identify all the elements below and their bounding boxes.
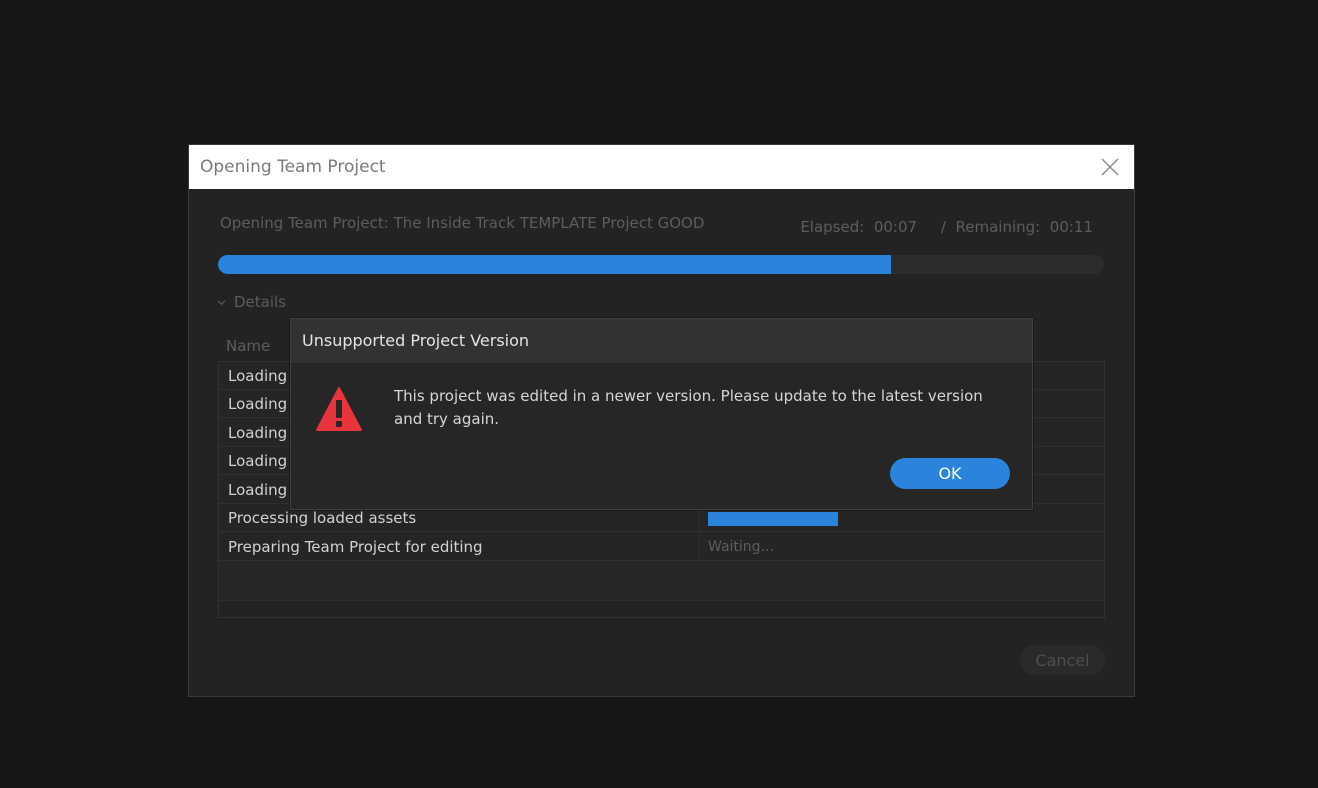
row-name: Loading xyxy=(228,395,288,413)
table-empty-area xyxy=(219,600,1104,617)
row-name: Processing loaded assets xyxy=(228,509,417,527)
ok-button[interactable]: OK xyxy=(890,458,1010,489)
warning-icon xyxy=(316,387,362,431)
row-name: Loading xyxy=(228,424,288,442)
remaining-time: Remaining: 00:11 xyxy=(955,218,1093,236)
close-icon[interactable] xyxy=(1100,157,1120,177)
row-progress-bar xyxy=(708,512,838,526)
row-name: Loading xyxy=(228,452,288,470)
column-header-name: Name xyxy=(226,337,271,355)
overall-progress-fill xyxy=(218,255,892,274)
table-row: Preparing Team Project for editing Waiti… xyxy=(219,533,1104,561)
details-label: Details xyxy=(234,293,287,311)
dialog-header: Unsupported Project Version xyxy=(291,319,1032,363)
row-status: Waiting... xyxy=(708,539,774,555)
cancel-button[interactable]: Cancel xyxy=(1020,645,1105,675)
window-title: Opening Team Project xyxy=(200,157,386,177)
details-toggle[interactable]: Details xyxy=(217,293,286,311)
unsupported-version-dialog: Unsupported Project Version This project… xyxy=(290,318,1033,510)
dialog-message: This project was edited in a newer versi… xyxy=(394,387,983,428)
time-separator: / xyxy=(940,218,946,236)
row-name: Loading xyxy=(228,481,288,499)
row-name: Loading xyxy=(228,367,288,385)
time-readout: Elapsed: 00:07 / Remaining: 00:11 xyxy=(800,218,1093,236)
row-name: Preparing Team Project for editing xyxy=(228,538,483,556)
dialog-title: Unsupported Project Version xyxy=(302,331,530,350)
window-titlebar: Opening Team Project xyxy=(189,145,1134,189)
overall-progress-bar xyxy=(218,255,1104,274)
elapsed-time: Elapsed: 00:07 xyxy=(800,218,918,236)
chevron-down-icon xyxy=(217,299,226,305)
project-name-label: Opening Team Project: The Inside Track T… xyxy=(220,214,705,232)
